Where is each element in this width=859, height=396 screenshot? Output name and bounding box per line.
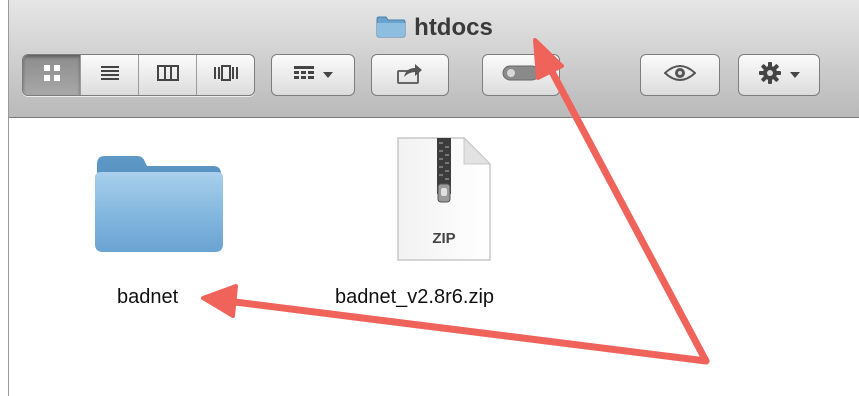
- zip-file-icon: [394, 136, 494, 269]
- zip-badge: ZIP: [432, 230, 456, 247]
- tags-button[interactable]: [482, 54, 560, 96]
- window-title: htdocs: [9, 14, 859, 45]
- file-label-badnet[interactable]: badnet: [117, 286, 178, 309]
- share-button[interactable]: [371, 54, 449, 96]
- finder-window: htdocs badnet ZIP badnet_v2.8r6.zip: [8, 0, 859, 396]
- icon-view-button[interactable]: [23, 55, 81, 95]
- coverflow-view-button[interactable]: [197, 55, 254, 95]
- quicklook-button[interactable]: [640, 54, 720, 96]
- file-item-badnet[interactable]: [84, 148, 234, 298]
- view-segmented-control: [22, 54, 255, 96]
- folder-icon: [376, 14, 406, 45]
- arrange-icon: [293, 65, 315, 86]
- file-label-zip[interactable]: badnet_v2.8r6.zip: [335, 286, 494, 309]
- folder-icon: [89, 148, 229, 263]
- column-view-button[interactable]: [139, 55, 197, 95]
- tags-icon: [502, 64, 540, 87]
- gear-icon: [758, 61, 782, 90]
- share-icon: [396, 62, 424, 89]
- list-view-icon: [100, 64, 120, 87]
- file-browser-content: badnet ZIP badnet_v2.8r6.zip: [9, 118, 859, 396]
- column-view-icon: [156, 64, 179, 87]
- chevron-down-icon: [790, 66, 800, 84]
- toolbar: htdocs: [9, 0, 859, 118]
- chevron-down-icon: [323, 66, 333, 84]
- action-button[interactable]: [738, 54, 820, 96]
- list-view-button[interactable]: [81, 55, 139, 95]
- arrange-button[interactable]: [271, 54, 355, 96]
- icon-view-icon: [43, 64, 61, 87]
- window-title-text: htdocs: [414, 14, 493, 41]
- eye-icon: [663, 63, 697, 88]
- coverflow-view-icon: [213, 64, 239, 87]
- file-item-zip[interactable]: ZIP: [389, 136, 499, 286]
